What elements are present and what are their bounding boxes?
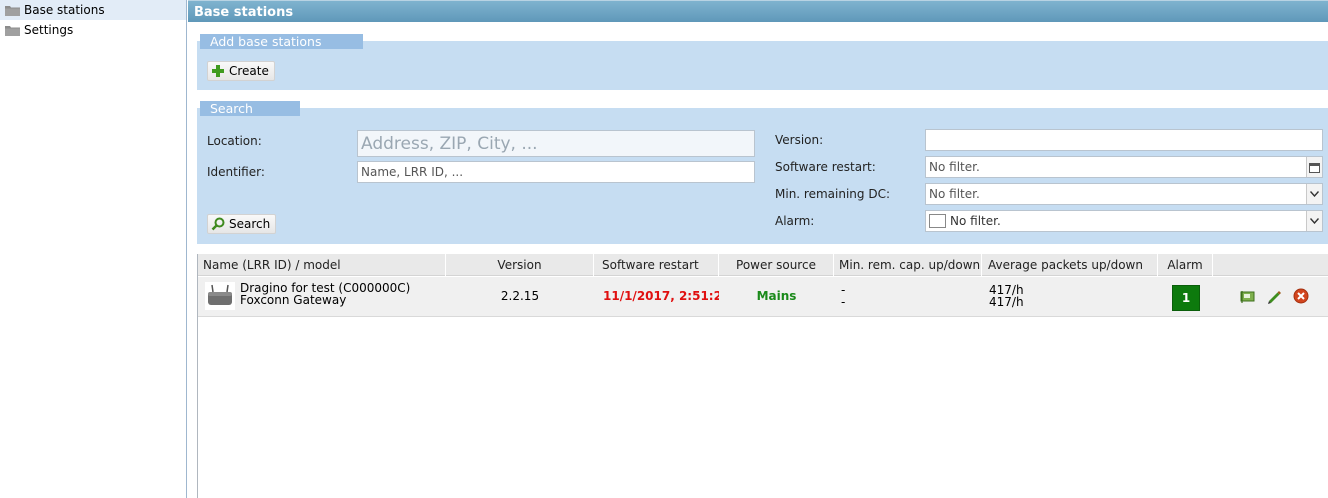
power-source-cell: Mains bbox=[756, 289, 797, 303]
min-remaining-dc-value: No filter. bbox=[929, 187, 980, 201]
software-restart-label: Software restart: bbox=[775, 160, 876, 174]
add-section-legend: Add base stations bbox=[200, 34, 363, 49]
software-restart-cell: 11/1/2017, 2:51:29 bbox=[603, 289, 719, 303]
calendar-icon[interactable] bbox=[1306, 157, 1322, 177]
sidebar: Base stations Settings bbox=[0, 0, 187, 498]
alarm-label: Alarm: bbox=[775, 214, 815, 228]
folder-icon bbox=[5, 5, 20, 16]
search-icon bbox=[211, 217, 225, 231]
column-header-avg-packets[interactable]: Average packets up/down bbox=[982, 254, 1158, 276]
identifier-placeholder: Name, LRR ID, ... bbox=[361, 165, 464, 179]
column-header-version[interactable]: Version bbox=[446, 254, 594, 276]
table-header: Name (LRR ID) / model Version Software r… bbox=[198, 254, 1328, 276]
min-cap-down-cell: - bbox=[841, 295, 846, 309]
sidebar-item-settings[interactable]: Settings bbox=[0, 20, 186, 40]
column-header-min-cap[interactable]: Min. rem. cap. up/down bbox=[834, 254, 982, 276]
search-section: Search Location: Address, ZIP, City, ...… bbox=[197, 101, 1328, 244]
column-header-power-source[interactable]: Power source bbox=[719, 254, 834, 276]
version-cell: 2.2.15 bbox=[500, 289, 540, 303]
min-remaining-dc-select[interactable]: No filter. bbox=[925, 183, 1323, 205]
add-base-stations-section: Add base stations Create bbox=[197, 34, 1328, 90]
packets-down-cell: 417/h bbox=[989, 295, 1024, 309]
location-placeholder: Address, ZIP, City, ... bbox=[361, 133, 538, 154]
plus-icon bbox=[211, 64, 225, 78]
main-panel: Base stations Add base stations Create S… bbox=[188, 0, 1328, 498]
sidebar-item-label: Base stations bbox=[24, 3, 105, 17]
sidebar-item-base-stations[interactable]: Base stations bbox=[0, 0, 186, 20]
location-input[interactable]: Address, ZIP, City, ... bbox=[357, 130, 755, 157]
software-restart-input[interactable]: No filter. bbox=[925, 156, 1323, 178]
table-row[interactable]: Dragino for test (C000000C) Foxconn Gate… bbox=[198, 277, 1328, 317]
create-button[interactable]: Create bbox=[207, 61, 275, 81]
version-label: Version: bbox=[775, 133, 824, 147]
search-button[interactable]: Search bbox=[207, 214, 277, 234]
version-input[interactable] bbox=[925, 129, 1323, 151]
map-flag-icon[interactable] bbox=[1240, 288, 1256, 304]
software-restart-value: No filter. bbox=[929, 160, 980, 174]
identifier-label: Identifier: bbox=[207, 165, 265, 179]
base-station-model: Foxconn Gateway bbox=[240, 293, 347, 307]
column-header-software-restart[interactable]: Software restart bbox=[594, 254, 719, 276]
folder-icon bbox=[5, 25, 20, 36]
location-label: Location: bbox=[207, 134, 262, 148]
edit-pencil-icon[interactable] bbox=[1266, 288, 1282, 304]
column-header-name[interactable]: Name (LRR ID) / model bbox=[198, 254, 446, 276]
search-button-label: Search bbox=[229, 217, 271, 231]
alarm-color-swatch bbox=[929, 214, 946, 228]
alarm-value: No filter. bbox=[950, 214, 1001, 228]
create-button-label: Create bbox=[229, 64, 269, 78]
alarm-badge[interactable]: 1 bbox=[1172, 285, 1200, 311]
delete-icon[interactable] bbox=[1293, 288, 1309, 304]
page-title: Base stations bbox=[188, 0, 1328, 22]
identifier-input[interactable]: Name, LRR ID, ... bbox=[357, 161, 755, 183]
chevron-down-icon[interactable] bbox=[1306, 211, 1322, 231]
search-section-legend: Search bbox=[200, 101, 300, 116]
min-remaining-dc-label: Min. remaining DC: bbox=[775, 187, 890, 201]
column-header-alarm[interactable]: Alarm bbox=[1158, 254, 1213, 276]
chevron-down-icon[interactable] bbox=[1306, 184, 1322, 204]
alarm-select[interactable]: No filter. bbox=[925, 210, 1323, 232]
base-stations-table: Name (LRR ID) / model Version Software r… bbox=[197, 254, 1328, 498]
sidebar-item-label: Settings bbox=[24, 23, 74, 37]
column-header-actions bbox=[1213, 254, 1328, 276]
gateway-icon bbox=[205, 282, 235, 310]
